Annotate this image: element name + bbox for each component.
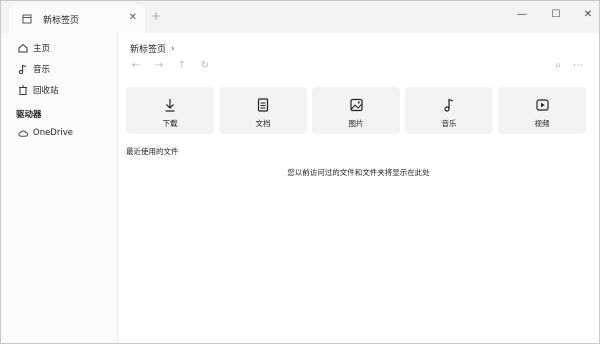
search-icon[interactable]: ⌕ xyxy=(552,59,564,71)
sidebar-item-home[interactable]: 主页 xyxy=(1,38,117,58)
music-icon xyxy=(18,64,28,74)
close-window-button[interactable]: ✕ xyxy=(581,7,595,21)
app-window: 新标签页 ✕ + — ☐ ✕ 主页 音乐 回收站 驱动器 OneDrive 新标… xyxy=(0,0,600,344)
sidebar-item-onedrive[interactable]: OneDrive xyxy=(1,123,117,143)
sidebar-item-label: 音乐 xyxy=(33,65,51,75)
tab-page-icon xyxy=(21,13,33,25)
download-icon xyxy=(126,98,214,112)
sidebar-item-music[interactable]: 音乐 xyxy=(1,59,117,79)
quick-access-downloads[interactable]: 下载 xyxy=(126,87,214,134)
document-icon xyxy=(219,98,307,112)
tab-new-tab[interactable]: 新标签页 ✕ xyxy=(9,5,145,33)
title-bar: 新标签页 ✕ + — ☐ ✕ xyxy=(1,1,599,33)
tab-close-button[interactable]: ✕ xyxy=(129,12,137,23)
sidebar-item-label: OneDrive xyxy=(33,128,73,138)
quick-access-pictures[interactable]: 图片 xyxy=(312,87,400,134)
more-options-icon[interactable]: ⋯ xyxy=(572,59,584,71)
main-pane: 新标签页 › ← → ↑ ↻ ⌕ ⋯ 下载 文档 图片 音乐 视频 最近使用的文… xyxy=(117,33,599,343)
forward-arrow-icon[interactable]: → xyxy=(153,59,165,71)
image-icon xyxy=(312,98,400,112)
card-label: 文档 xyxy=(255,119,271,128)
home-icon xyxy=(18,43,28,53)
quick-access-documents[interactable]: 文档 xyxy=(219,87,307,134)
chevron-right-icon[interactable]: › xyxy=(171,44,175,54)
cloud-icon xyxy=(18,128,28,138)
minimize-button[interactable]: — xyxy=(515,7,529,21)
recycle-bin-icon xyxy=(18,85,28,95)
music-icon xyxy=(405,98,493,112)
card-label: 音乐 xyxy=(441,119,457,128)
maximize-button[interactable]: ☐ xyxy=(549,7,563,21)
sidebar: 主页 音乐 回收站 驱动器 OneDrive xyxy=(1,33,117,343)
breadcrumb: 新标签页 › xyxy=(130,42,175,56)
new-tab-button[interactable]: + xyxy=(151,9,161,23)
recent-files-empty-message: 您以前访问过的文件和文件夹将显示在此处 xyxy=(287,168,430,177)
card-label: 下载 xyxy=(162,119,178,128)
sidebar-item-label: 回收站 xyxy=(33,86,59,96)
drives-section-header: 驱动器 xyxy=(16,110,42,120)
breadcrumb-item[interactable]: 新标签页 xyxy=(130,42,166,55)
refresh-icon[interactable]: ↻ xyxy=(199,59,211,71)
recent-files-heading: 最近使用的文件 xyxy=(126,147,179,156)
card-label: 视频 xyxy=(534,119,550,128)
back-arrow-icon[interactable]: ← xyxy=(130,59,142,71)
card-label: 图片 xyxy=(348,119,364,128)
sidebar-item-recycle-bin[interactable]: 回收站 xyxy=(1,80,117,100)
navigation-toolbar: ← → ↑ ↻ xyxy=(130,59,222,71)
quick-access-music[interactable]: 音乐 xyxy=(405,87,493,134)
sidebar-item-label: 主页 xyxy=(33,44,51,54)
video-icon xyxy=(498,98,586,112)
up-arrow-icon[interactable]: ↑ xyxy=(176,59,188,71)
tab-label: 新标签页 xyxy=(43,15,80,26)
quick-access-videos[interactable]: 视频 xyxy=(498,87,586,134)
